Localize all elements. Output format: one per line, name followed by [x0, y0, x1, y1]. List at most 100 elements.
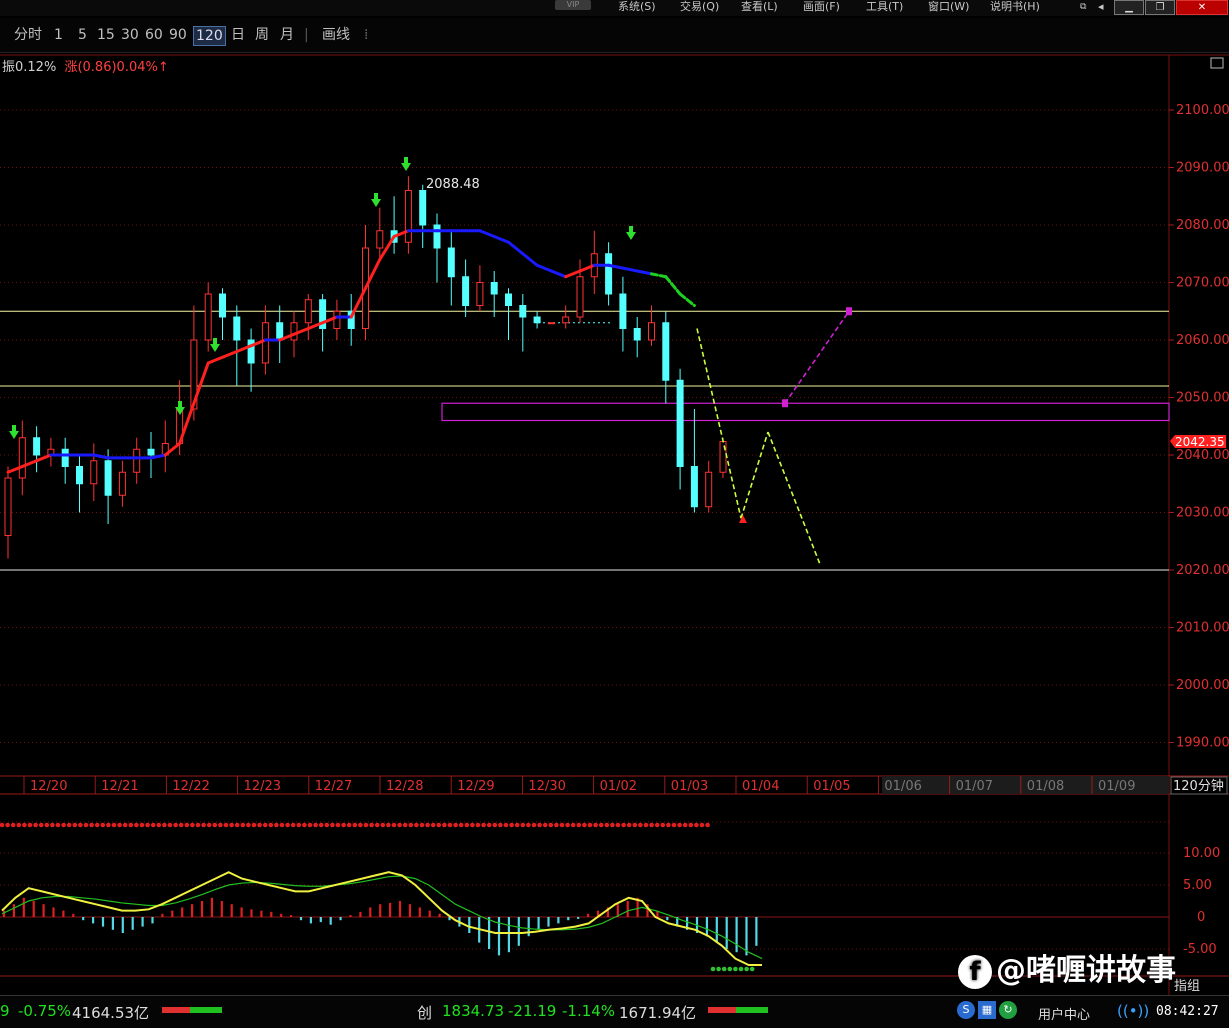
refresh-icon[interactable]: ↻ — [999, 1001, 1017, 1019]
user-center-link[interactable]: 用户中心 — [1038, 1004, 1090, 1023]
projection-lines — [696, 307, 852, 565]
signal-dot — [587, 822, 593, 828]
signal-icon: ((•)) — [1117, 1002, 1150, 1020]
signal-dot — [167, 822, 173, 828]
moving-average — [6, 229, 696, 474]
projection-target — [846, 307, 852, 316]
signal-dot — [195, 822, 201, 828]
date-tick-label: 01/04 — [742, 779, 779, 794]
dif-line — [1, 871, 762, 966]
date-tick-label: 01/07 — [956, 779, 993, 794]
signal-dot — [688, 822, 694, 828]
signal-dot — [475, 822, 481, 828]
signal-dot — [330, 822, 335, 828]
signal-dot — [33, 822, 38, 828]
ma-segment — [664, 275, 682, 296]
signal-dot — [262, 822, 268, 828]
signal-dot-green — [733, 966, 738, 972]
signal-dot — [229, 822, 234, 828]
ma-segment — [221, 350, 239, 359]
signal-dot — [128, 822, 134, 828]
signal-dot — [604, 822, 610, 828]
signal-dot — [682, 822, 688, 828]
date-tick-label: 01/02 — [600, 779, 637, 794]
signal-dot-green — [721, 966, 727, 972]
signal-dot-green — [744, 966, 749, 972]
resistance-zone — [441, 402, 1170, 422]
signal-dot — [150, 822, 156, 828]
signal-down-arrow-stem — [12, 425, 16, 431]
signal-dot — [408, 822, 414, 828]
candle-body — [705, 471, 713, 508]
ma-segment — [478, 229, 496, 238]
signal-dot — [705, 822, 710, 828]
period-label: 120分钟 — [1173, 778, 1224, 794]
status-bar: 9 -0.75% 4164.53亿 创 1834.73 -21.19 -1.14… — [0, 995, 1229, 1028]
signal-down-arrow-stem — [404, 157, 408, 163]
ma-segment — [549, 269, 568, 279]
indicator-name[interactable]: 指组 — [1174, 979, 1200, 994]
chart-icon[interactable]: ▦ — [978, 1001, 996, 1019]
signal-dot — [481, 822, 486, 828]
signal-dot — [178, 822, 184, 828]
chuang-amount: 1671.94亿 — [619, 1004, 697, 1022]
candle-body — [304, 299, 312, 324]
signal-dot — [699, 822, 705, 828]
signal-dot — [654, 822, 660, 828]
signal-dot — [162, 822, 167, 828]
signal-dot — [257, 822, 262, 828]
signal-dot — [386, 822, 391, 828]
chuang-down-bar — [736, 1007, 768, 1013]
signal-dot — [307, 822, 313, 828]
date-tick-label: 12/29 — [457, 779, 494, 794]
signal-dot — [145, 822, 150, 828]
ma-segment — [678, 292, 696, 307]
signal-dot — [66, 822, 72, 828]
signal-dot — [223, 822, 229, 828]
signal-dot — [201, 822, 206, 828]
current-price-marker: 2042.35 — [1170, 435, 1226, 449]
candles — [4, 176, 727, 559]
signal-dot — [27, 822, 33, 828]
chuang-value: 1834.73 — [442, 1002, 505, 1020]
candle-body — [633, 328, 641, 341]
price-chart[interactable]: 2100.00 2090.00 2080.00 2070.00 2060.00 2050.… — [0, 0, 1229, 995]
signal-dot — [430, 822, 436, 828]
price-tick-label: 2080.00 — [1176, 218, 1229, 233]
date-tick-label: 12/28 — [386, 779, 423, 794]
signal-dot-green — [710, 966, 716, 972]
index-percent: -0.75% — [18, 1002, 72, 1020]
s-icon[interactable]: S — [957, 1001, 975, 1019]
signal-dot — [470, 822, 475, 828]
date-tick-label: 12/20 — [30, 779, 67, 794]
signal-dot — [626, 822, 632, 828]
date-tick-label: 01/09 — [1098, 779, 1135, 794]
signal-dot — [117, 822, 122, 828]
price-axis: 2100.00 2090.00 2080.00 2070.00 2060.00 2050.… — [1169, 103, 1229, 751]
signal-dot — [643, 822, 649, 828]
candle-body — [4, 477, 12, 536]
candle-body — [118, 471, 126, 496]
signal-dot — [537, 822, 542, 828]
date-tick-label: 01/08 — [1027, 779, 1064, 794]
ma-segment — [206, 355, 224, 365]
signal-dot — [279, 822, 285, 828]
ma-segment — [92, 453, 110, 460]
candle-body — [33, 437, 41, 456]
candle-body — [690, 466, 698, 508]
price-tick-label: 2070.00 — [1176, 276, 1229, 291]
signal-dot — [106, 822, 111, 828]
signal-dot — [649, 822, 654, 828]
signal-dot — [83, 822, 89, 828]
signal-down-arrow — [401, 163, 411, 171]
signal-dot — [464, 822, 470, 828]
date-tick-label: 12/22 — [172, 779, 209, 794]
signal-dot — [671, 822, 677, 828]
signal-dot — [94, 822, 100, 828]
signal-dot — [240, 822, 246, 828]
signal-dot — [251, 822, 257, 828]
projection-down-line — [767, 431, 821, 565]
date-tick-label: 01/03 — [671, 779, 708, 794]
signal-dot — [503, 822, 509, 828]
panel-toggle-icon[interactable] — [1210, 57, 1224, 69]
